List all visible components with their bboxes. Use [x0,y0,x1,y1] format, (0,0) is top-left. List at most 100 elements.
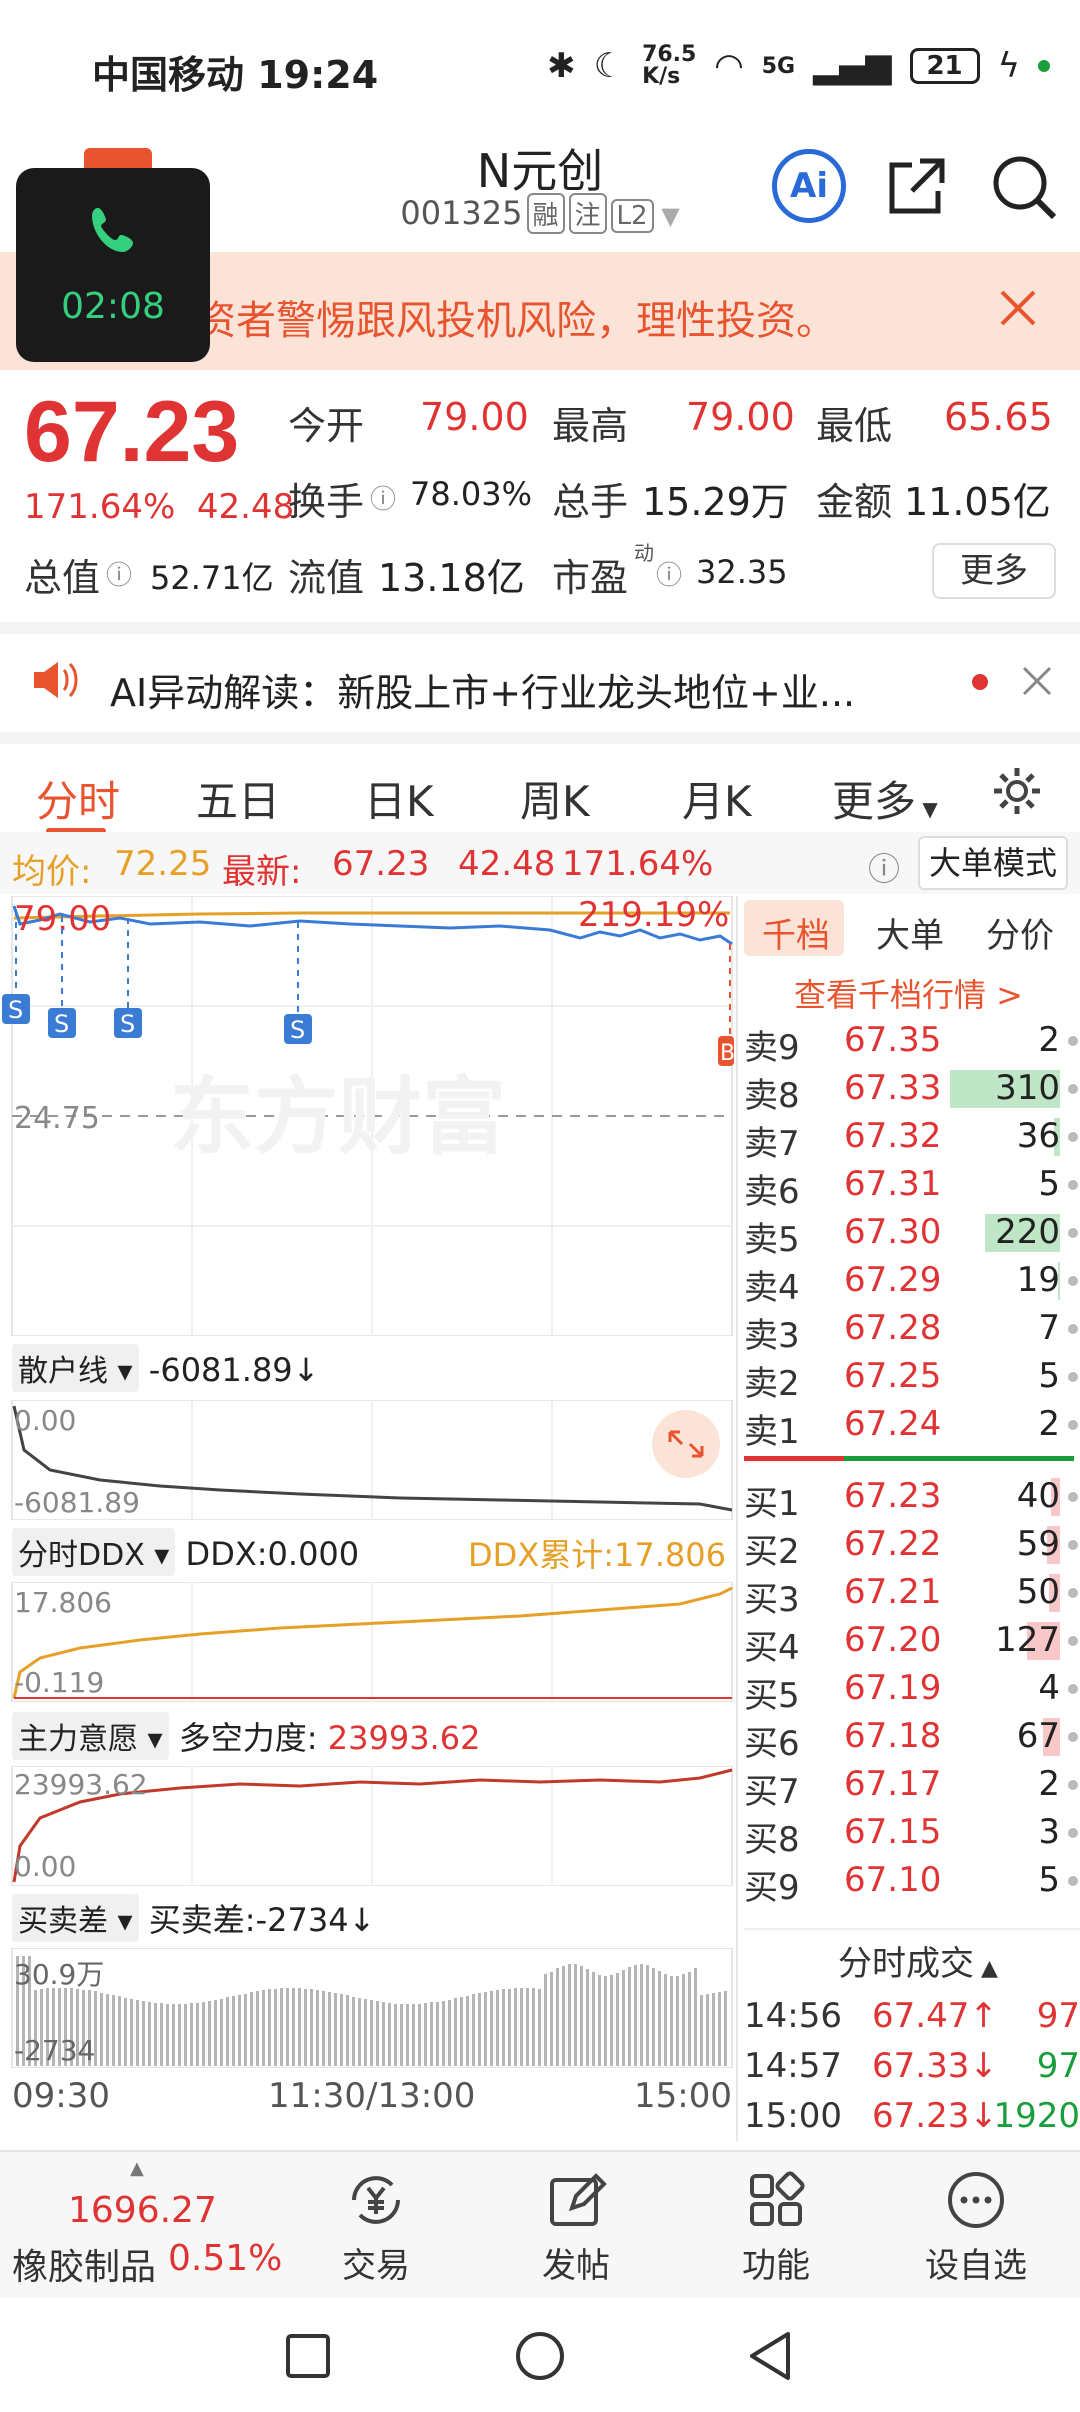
expand-button[interactable] [652,1410,720,1478]
more-button[interactable]: 更多 [932,543,1056,599]
sell-marker[interactable]: S [48,1008,76,1038]
intraday-price-chart[interactable]: 东方财富 79.00 219.19% 24.75 S S S S B [0,896,734,1336]
bid-row[interactable]: 买5 67.19 4 [744,1664,1080,1716]
view-depth-link[interactable]: 查看千档行情 > [794,970,1023,1016]
trades-title[interactable]: 分时成交 ▲ [838,1936,998,1985]
close-icon[interactable] [996,286,1040,330]
close-icon[interactable] [1020,664,1054,698]
bid-row[interactable]: 买9 67.10 5 [744,1856,1080,1908]
main-force-chart[interactable]: 23993.62 0.00 [0,1766,734,1886]
book-tab-big-order[interactable]: 大单 [876,908,944,957]
volume-chart[interactable]: 30.9万 -2734 [0,1948,734,2068]
tab-intraday[interactable]: 分时 [36,768,120,829]
ddx-indicator-dropdown[interactable]: 分时DDX ▾ [12,1528,176,1576]
ask-row[interactable]: 卖5 67.30 220 [744,1208,1080,1260]
main-force-dropdown[interactable]: 主力意愿 ▾ [12,1712,169,1760]
nav-trade[interactable]: 交易 [276,2168,476,2287]
ai-news-bar[interactable]: AI异动解读：新股上市+行业龙头地位+业... [0,622,1080,722]
sector-name[interactable]: 橡胶制品 [12,2238,156,2290]
tag-margin: 融 [526,193,565,234]
volume-bottom-label: -2734 [14,2034,95,2067]
back-icon[interactable] [744,2330,796,2382]
recents-icon[interactable] [284,2332,332,2380]
buy-marker[interactable]: B [718,1036,734,1066]
nav-post[interactable]: 发帖 [476,2168,676,2287]
stock-code: 001325 [400,194,523,232]
volume-bar [118,1996,121,2066]
ask-row[interactable]: 卖2 67.25 5 [744,1352,1080,1404]
more-circle-icon [948,2172,1004,2228]
ask-row[interactable]: 卖3 67.28 7 [744,1304,1080,1356]
retail-indicator-dropdown[interactable]: 散户线 ▾ [12,1344,139,1392]
sell-marker[interactable]: S [2,994,30,1024]
call-overlay[interactable]: 02:08 [16,168,210,362]
ask-dot [1068,1372,1078,1382]
bid-row[interactable]: 买6 67.18 67 [744,1712,1080,1764]
volume-bar [184,2004,187,2066]
tab-monthly-k[interactable]: 月K [682,768,752,829]
tab-five-day[interactable]: 五日 [196,768,280,829]
ask-row[interactable]: 卖6 67.31 5 [744,1160,1080,1212]
sell-marker[interactable]: S [284,1014,312,1044]
share-icon [889,158,945,214]
ask-row[interactable]: 卖9 67.35 2 [744,1016,1080,1068]
info-icon[interactable]: ⓘ [370,479,396,516]
volume-bar [484,1992,487,2066]
tab-more[interactable]: 更多 ▼ [832,768,938,829]
ref-price-label: 24.75 [14,1101,100,1136]
ask-level: 卖3 [744,1316,800,1356]
volume-bar [424,2003,427,2066]
bs-diff-value: 买卖差:-2734↓ [148,1901,376,1939]
ask-row[interactable]: 卖1 67.24 2 [744,1400,1080,1452]
tab-weekly-k[interactable]: 周K [520,768,590,829]
ai-button[interactable]: Ai [772,149,846,223]
chart-area[interactable]: 东方财富 79.00 219.19% 24.75 S S S S B 散户线 ▾… [0,896,734,2141]
volume-bar [154,2003,157,2066]
ask-row[interactable]: 卖7 67.32 36 [744,1112,1080,1164]
ask-volume: 19 [1016,1260,1060,1300]
volume-bar [472,1994,475,2066]
speaker-icon [34,662,78,698]
share-button[interactable] [884,155,948,219]
bid-dot [1068,1828,1078,1838]
volume-bars [16,1956,727,2066]
bid-row[interactable]: 买2 67.22 59 [744,1520,1080,1572]
home-icon[interactable] [514,2330,566,2382]
book-tab-price-dist[interactable]: 分价 [986,908,1054,957]
gear-icon[interactable] [990,764,1044,818]
volume-bar [670,1976,673,2066]
volume-bar [490,1991,493,2066]
info-icon[interactable]: ⓘ [656,555,682,592]
ask-row[interactable]: 卖4 67.29 19 [744,1256,1080,1308]
book-tab-depth[interactable]: 千档 [762,908,830,957]
help-icon[interactable]: ⓘ [868,844,900,890]
search-button[interactable] [988,151,1060,223]
volume-bar [580,1966,583,2066]
bid-dot [1068,1732,1078,1742]
bid-row[interactable]: 买3 67.21 50 [744,1568,1080,1620]
bs-diff-dropdown[interactable]: 买卖差 ▾ [12,1894,139,1942]
volume-bar [358,1998,361,2066]
ask-row[interactable]: 卖8 67.33 310 [744,1064,1080,1116]
ask-volume: 220 [995,1212,1060,1252]
bid-row[interactable]: 买7 67.17 2 [744,1760,1080,1812]
main-force-top-label: 23993.62 [14,1768,148,1801]
bid-row[interactable]: 买1 67.23 40 [744,1472,1080,1524]
ddx-chart[interactable]: 17.806 -0.119 [0,1582,734,1702]
tag-note: 注 [568,193,607,234]
big-order-mode-button[interactable]: 大单模式 [918,836,1068,890]
change-pct: 171.64% [24,487,176,527]
nav-functions[interactable]: 功能 [676,2168,876,2287]
tab-daily-k[interactable]: 日K [364,768,434,829]
bid-row[interactable]: 买8 67.15 3 [744,1808,1080,1860]
bid-row[interactable]: 买4 67.20 127 [744,1616,1080,1668]
trade-volume: 97 [1036,1996,1080,2036]
ddx-panel-header: 分时DDX ▾ DDX:0.000 [12,1528,359,1576]
caret-down-icon: ▼ [653,202,680,230]
volume-bar [562,1966,565,2066]
caret-up-icon: ▲ [130,2158,144,2179]
retail-line-chart[interactable]: 0.00 -6081.89 [0,1400,734,1520]
sell-marker[interactable]: S [114,1008,142,1038]
nav-add-watchlist[interactable]: 设自选 [876,2168,1076,2287]
info-icon[interactable]: ⓘ [106,555,132,592]
